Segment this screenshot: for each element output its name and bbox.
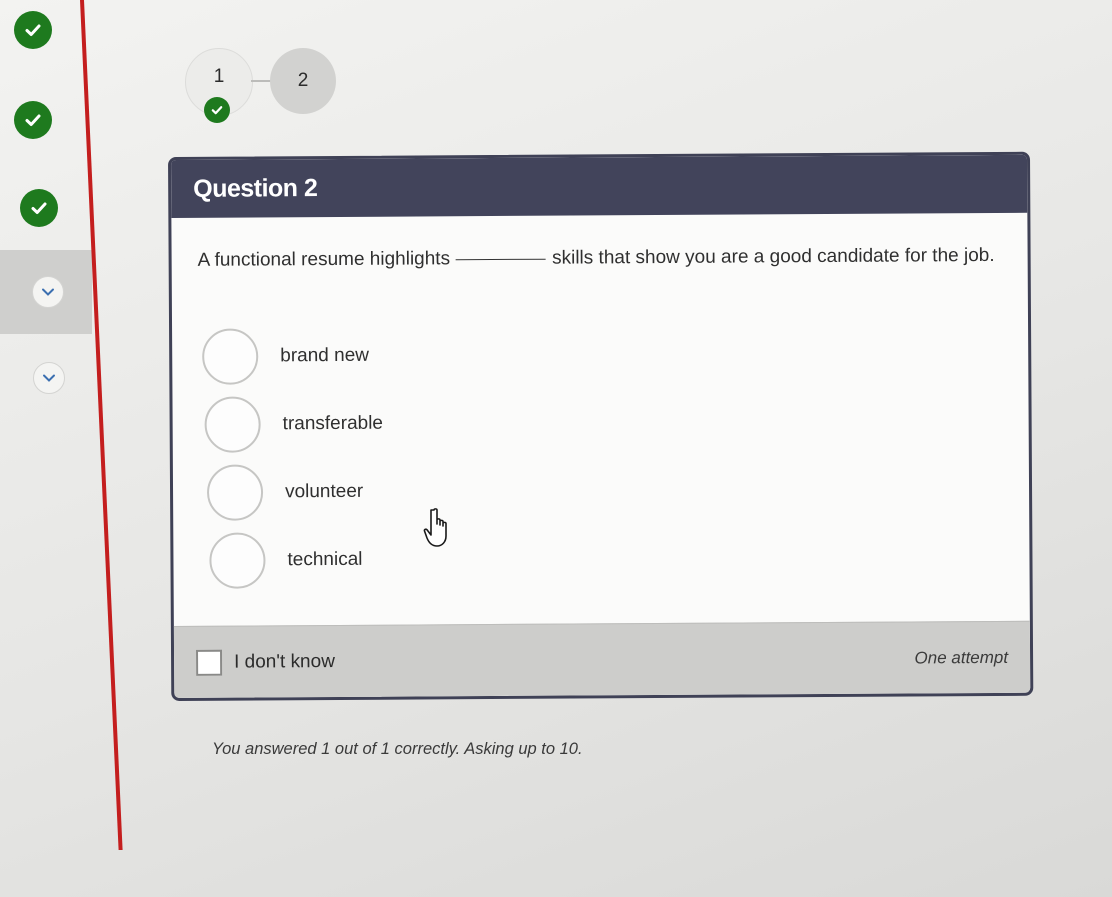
step-1[interactable]: 1 (185, 48, 253, 123)
check-icon (204, 97, 230, 123)
card-header: Question 2 (171, 154, 1028, 218)
step-2[interactable]: 2 (270, 48, 336, 114)
sidebar-item-3[interactable] (0, 166, 92, 250)
card-footer: I don't know One attempt (173, 620, 1031, 698)
step-number: 1 (213, 66, 225, 87)
idk-checkbox[interactable] (196, 649, 223, 676)
question-title: Question 2 (193, 173, 318, 203)
radio-button[interactable] (206, 463, 264, 521)
option-label: brand new (280, 344, 370, 366)
sidebar-item-1[interactable] (0, 0, 92, 72)
progress-summary: You answered 1 out of 1 correctly. Askin… (212, 740, 583, 758)
check-icon (14, 11, 52, 49)
answer-option[interactable]: technical (209, 531, 384, 589)
sidebar-item-2[interactable] (0, 78, 92, 162)
hand-cursor-icon (423, 508, 447, 547)
radio-button[interactable] (209, 531, 266, 589)
prompt-text: A functional resume highlights (197, 248, 451, 271)
chevron-down-icon (33, 362, 65, 394)
question-card: Question 2 A functional resume highlight… (168, 151, 1034, 701)
idk-label: I don't know (234, 650, 335, 673)
answer-option[interactable]: brand new (202, 327, 383, 385)
radio-button[interactable] (204, 395, 261, 453)
step-connector (251, 80, 271, 82)
radio-button[interactable] (202, 327, 259, 385)
answer-option[interactable]: volunteer (206, 463, 384, 521)
option-label: volunteer (284, 480, 364, 502)
answer-options: brand new transferable volunteer technic… (202, 327, 384, 600)
sidebar-item-4[interactable] (0, 250, 92, 334)
answer-option[interactable]: transferable (204, 395, 383, 453)
check-icon (14, 101, 52, 139)
check-icon (20, 189, 58, 227)
prompt-text: skills that show you are a good candidat… (551, 244, 995, 269)
sidebar-item-5[interactable] (0, 336, 92, 420)
sidebar (0, 0, 92, 897)
chevron-down-icon (32, 276, 64, 308)
idk-control[interactable]: I don't know (196, 648, 335, 676)
option-label: transferable (282, 412, 384, 434)
option-label: technical (287, 548, 363, 570)
answer-blank (456, 258, 547, 261)
question-prompt: A functional resume highlights skills tha… (198, 239, 998, 277)
attempt-note: One attempt (914, 647, 1009, 667)
step-number: 2 (297, 70, 309, 91)
